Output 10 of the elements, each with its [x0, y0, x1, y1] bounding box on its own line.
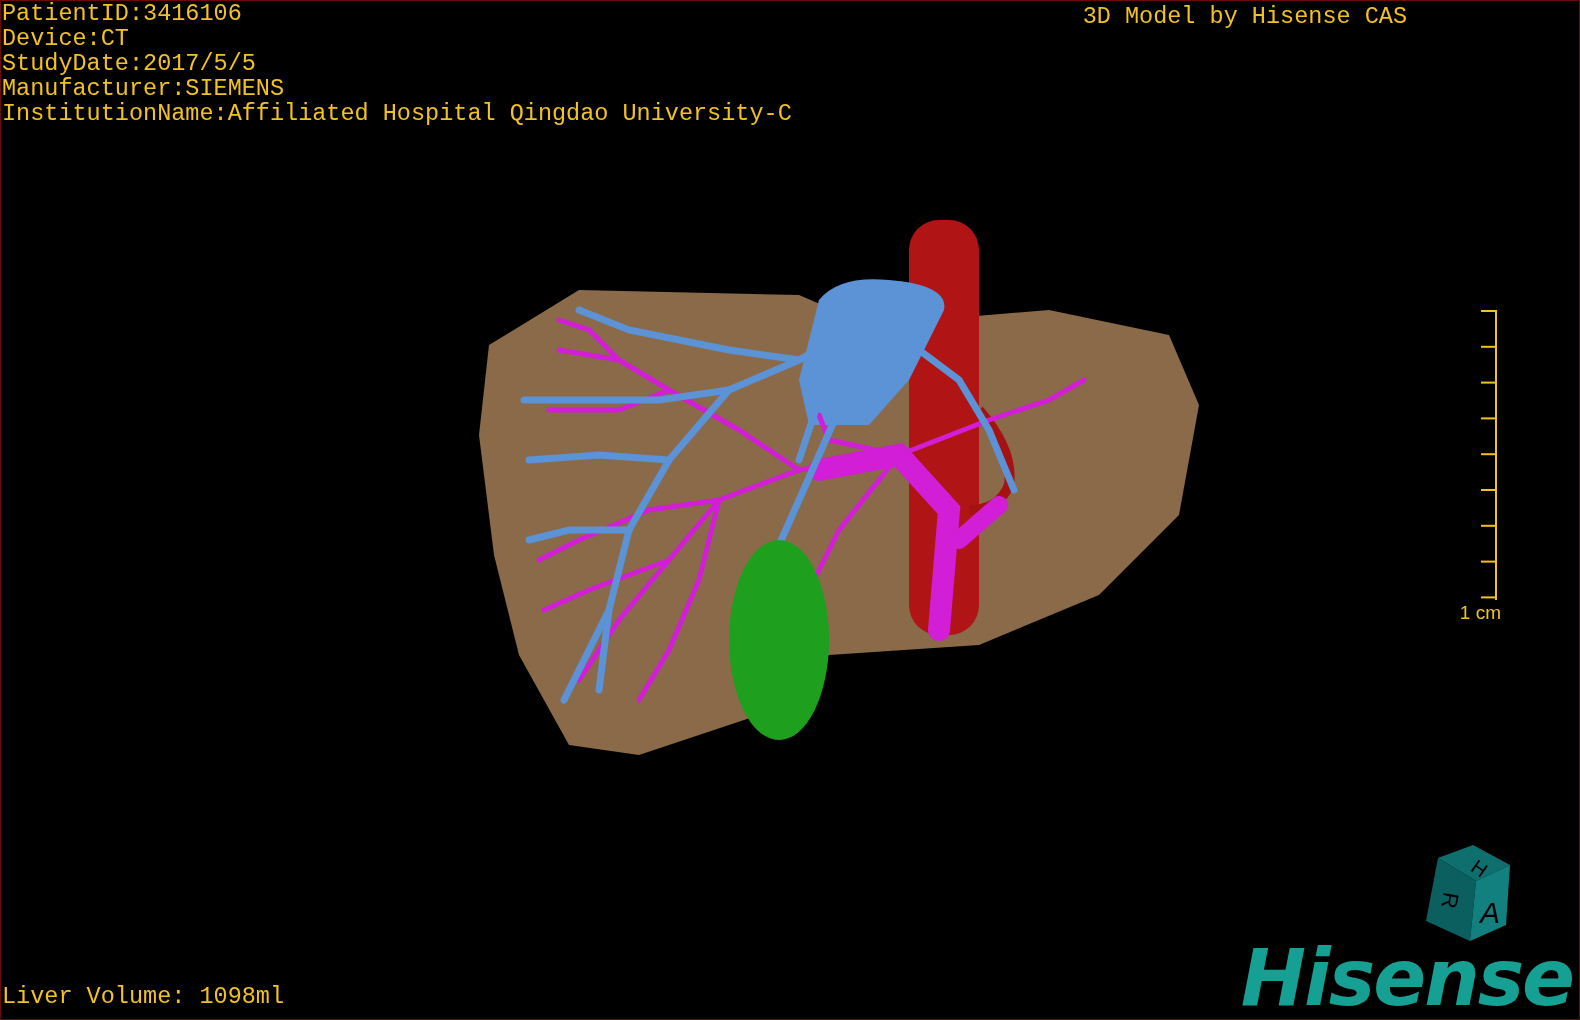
dicom-info-text: Manufacturer:SIEMENS [2, 76, 286, 101]
scale-label: 1 cm [1459, 602, 1501, 623]
dicom-info-text: PatientID:3416106 [2, 1, 243, 26]
orientation-cube-drawing: H R A [1418, 843, 1518, 943]
dicom-info-text: InstitutionName:Affiliated Hospital Qingdao University-C [2, 101, 792, 126]
brand-logo: Hisense [1240, 943, 1573, 1013]
dicom-info-text: Device:CT [2, 26, 130, 51]
viewer-title: 3D Model by Hisense CAS [1082, 4, 1407, 29]
dicom-info-text: StudyDate:2017/5/5 [2, 51, 257, 76]
liver-volume-text: Liver Volume: 1098ml [1, 984, 285, 1009]
